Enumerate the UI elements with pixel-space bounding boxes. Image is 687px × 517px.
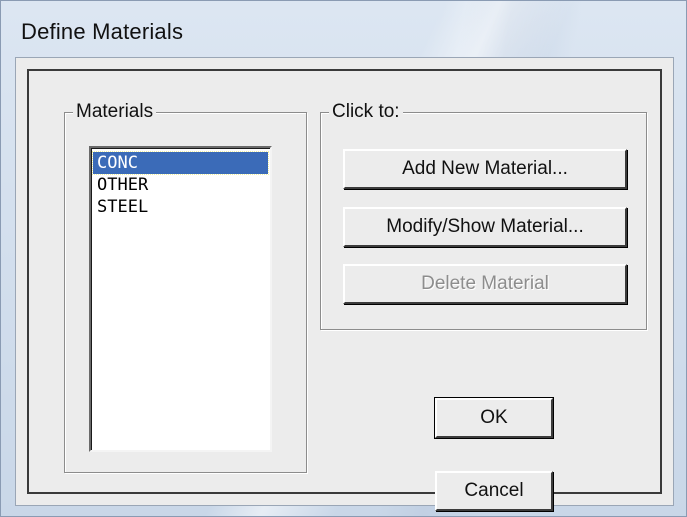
materials-listbox[interactable]: CONC OTHER STEEL [89,146,272,452]
materials-group-label: Materials [73,101,157,123]
dialog-window: Define Materials Materials CONC OTHER ST… [0,0,687,517]
list-item-conc[interactable]: CONC [92,151,269,175]
cancel-button[interactable]: Cancel [435,471,553,511]
list-item-other[interactable]: OTHER [93,174,268,196]
materials-group: Materials CONC OTHER STEEL [64,101,307,473]
dialog-client-area: Materials CONC OTHER STEEL Click to: Add… [15,57,674,511]
window-title: Define Materials [21,19,184,44]
add-new-material-button[interactable]: Add New Material... [343,149,627,189]
actions-group: Click to: Add New Material... Modify/Sho… [320,101,647,330]
actions-group-label: Click to: [329,101,403,123]
list-item-steel[interactable]: STEEL [93,196,268,218]
delete-material-button[interactable]: Delete Material [343,264,627,304]
dialog-content-frame: Materials CONC OTHER STEEL Click to: Add… [27,69,662,511]
modify-show-material-button[interactable]: Modify/Show Material... [343,207,627,247]
ok-button[interactable]: OK [434,397,554,439]
